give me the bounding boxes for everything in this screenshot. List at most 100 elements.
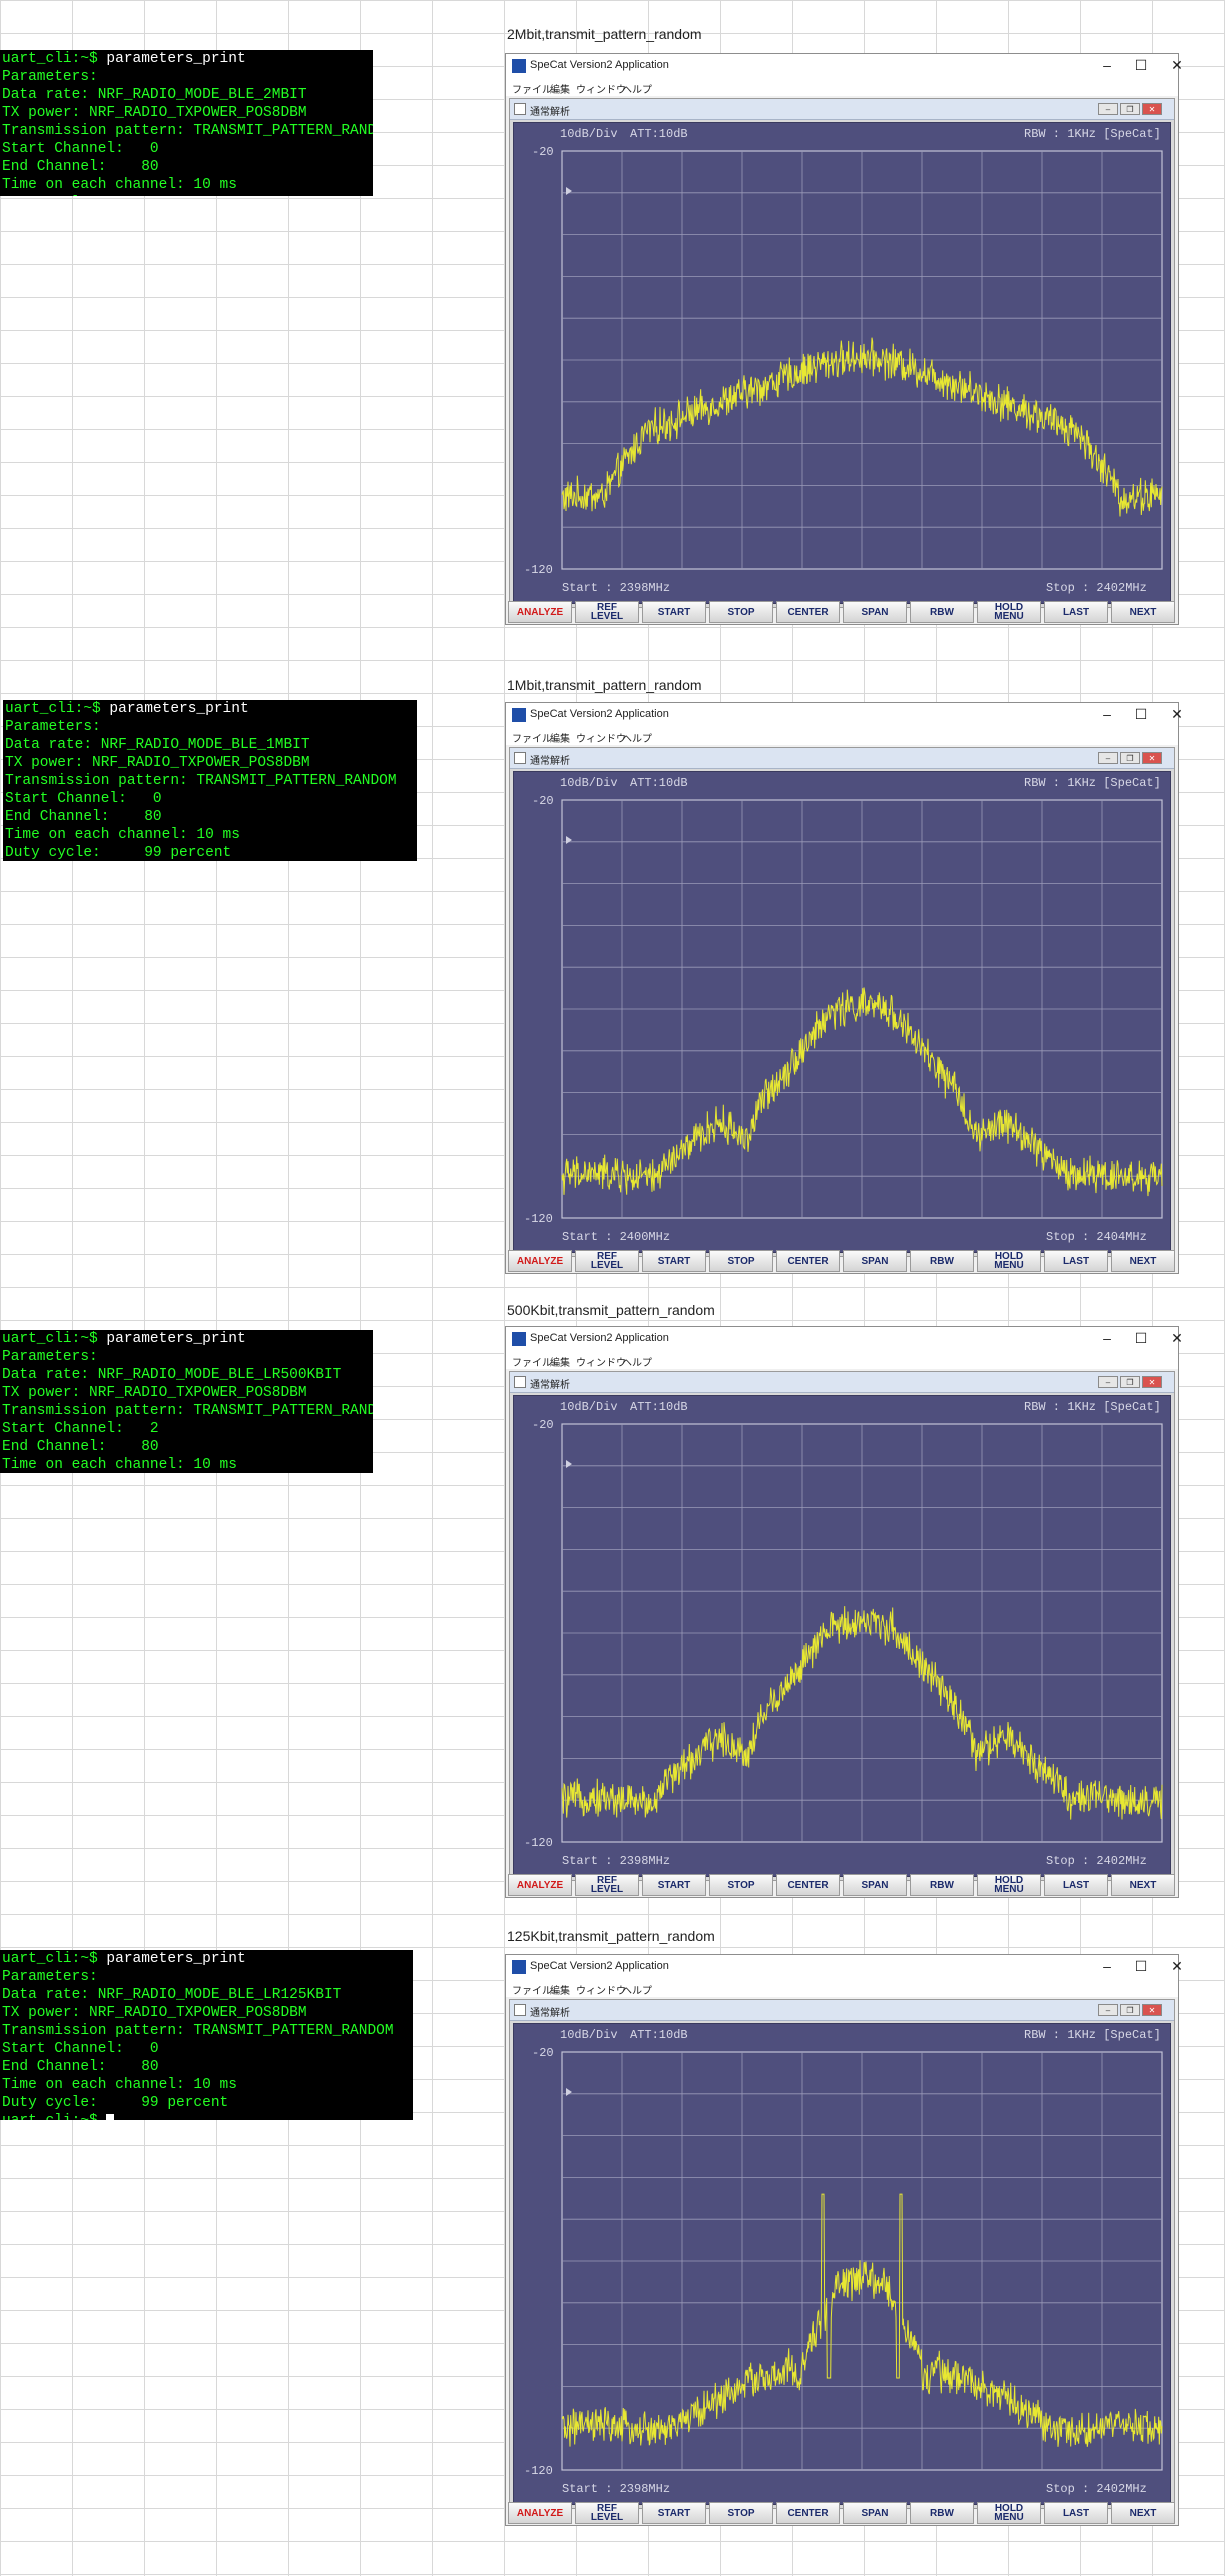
subwindow-close-button[interactable]: ✕: [1142, 2004, 1162, 2016]
subwindow-minimize-button[interactable]: –: [1098, 752, 1118, 764]
subwindow-restore-button[interactable]: ❐: [1120, 1376, 1140, 1388]
softkey-rbw-button[interactable]: RBW: [910, 601, 974, 623]
softkey-start-button[interactable]: START: [642, 1874, 706, 1896]
softkey-ref-level-button[interactable]: REF LEVEL: [575, 2502, 639, 2524]
softkey-span-button[interactable]: SPAN: [843, 601, 907, 623]
softkey-next-button[interactable]: NEXT: [1111, 601, 1175, 623]
menu-item[interactable]: ヘルプ: [622, 1354, 652, 1369]
start-frequency-label: Start : 2398MHz: [562, 2482, 671, 2496]
subwindow-close-button[interactable]: ✕: [1142, 103, 1162, 115]
softkey-next-button[interactable]: NEXT: [1111, 1250, 1175, 1272]
softkey-analyze-button[interactable]: ANALYZE: [508, 2502, 572, 2524]
softkey-span-button[interactable]: SPAN: [843, 1874, 907, 1896]
menu-item[interactable]: ウィンドウ: [576, 730, 626, 745]
subwindow-titlebar[interactable]: 通常解析 – ❐ ✕: [510, 2000, 1174, 2021]
softkey-center-button[interactable]: CENTER: [776, 1874, 840, 1896]
menu-item[interactable]: ヘルプ: [622, 81, 652, 96]
window-titlebar[interactable]: SpeCat Version2 Application – ☐ ✕: [506, 1327, 1183, 1351]
menu-item[interactable]: ヘルプ: [622, 1982, 652, 1997]
attenuation-label: ATT:10dB: [630, 776, 688, 790]
softkey-span-button[interactable]: SPAN: [843, 2502, 907, 2524]
menu-bar: ファイル 編集 ウィンドウ ヘルプ: [506, 78, 1178, 96]
maximize-button[interactable]: ☐: [1124, 56, 1158, 74]
menu-item[interactable]: ヘルプ: [622, 730, 652, 745]
softkey-last-button[interactable]: LAST: [1044, 1250, 1108, 1272]
softkey-center-button[interactable]: CENTER: [776, 1250, 840, 1272]
close-button[interactable]: ✕: [1160, 56, 1194, 74]
menu-item[interactable]: 編集: [550, 1982, 570, 1997]
softkey-start-button[interactable]: START: [642, 2502, 706, 2524]
softkey-rbw-button[interactable]: RBW: [910, 1874, 974, 1896]
menu-item[interactable]: ファイル: [512, 1354, 552, 1369]
maximize-button[interactable]: ☐: [1124, 1329, 1158, 1347]
menu-item[interactable]: ウィンドウ: [576, 1982, 626, 1997]
menu-item[interactable]: ファイル: [512, 730, 552, 745]
maximize-button[interactable]: ☐: [1124, 705, 1158, 723]
subwindow-minimize-button[interactable]: –: [1098, 1376, 1118, 1388]
softkey-analyze-button[interactable]: ANALYZE: [508, 1250, 572, 1272]
rbw-label: RBW : 1KHz [SpeCat]: [1024, 127, 1161, 141]
softkey-ref-level-button[interactable]: REF LEVEL: [575, 1250, 639, 1272]
softkey-next-button[interactable]: NEXT: [1111, 2502, 1175, 2524]
softkey-ref-level-button[interactable]: REF LEVEL: [575, 601, 639, 623]
subwindow-minimize-button[interactable]: –: [1098, 2004, 1118, 2016]
close-button[interactable]: ✕: [1160, 1329, 1194, 1347]
softkey-stop-button[interactable]: STOP: [709, 2502, 773, 2524]
softkey-last-button[interactable]: LAST: [1044, 1874, 1108, 1896]
softkey-last-button[interactable]: LAST: [1044, 601, 1108, 623]
subwindow-titlebar[interactable]: 通常解析 – ❐ ✕: [510, 1372, 1174, 1393]
softkey-rbw-button[interactable]: RBW: [910, 1250, 974, 1272]
softkey-center-button[interactable]: CENTER: [776, 2502, 840, 2524]
subwindow-restore-button[interactable]: ❐: [1120, 2004, 1140, 2016]
maximize-button[interactable]: ☐: [1124, 1957, 1158, 1975]
window-titlebar[interactable]: SpeCat Version2 Application – ☐ ✕: [506, 703, 1183, 727]
subwindow-restore-button[interactable]: ❐: [1120, 752, 1140, 764]
terminal-line: Data rate: NRF_RADIO_MODE_BLE_LR500KBIT: [2, 1366, 371, 1384]
subwindow-minimize-button[interactable]: –: [1098, 103, 1118, 115]
subwindow-titlebar[interactable]: 通常解析 – ❐ ✕: [510, 99, 1174, 120]
terminal-line: Transmission pattern: TRANSMIT_PATTERN_R…: [2, 1402, 373, 1420]
softkey-hold-menu-button[interactable]: HOLD MENU: [977, 1250, 1041, 1272]
close-button[interactable]: ✕: [1160, 1957, 1194, 1975]
softkey-next-button[interactable]: NEXT: [1111, 1874, 1175, 1896]
subwindow-restore-button[interactable]: ❐: [1120, 103, 1140, 115]
softkey-analyze-button[interactable]: ANALYZE: [508, 1874, 572, 1896]
terminal-line: TX power: NRF_RADIO_TXPOWER_POS8DBM: [5, 754, 415, 772]
softkey-stop-button[interactable]: STOP: [709, 601, 773, 623]
softkey-rbw-button[interactable]: RBW: [910, 2502, 974, 2524]
terminal-line-text: uart_cli:~$: [2, 2113, 106, 2120]
subwindow-titlebar[interactable]: 通常解析 – ❐ ✕: [510, 748, 1174, 769]
softkey-analyze-button[interactable]: ANALYZE: [508, 601, 572, 623]
menu-item[interactable]: 編集: [550, 1354, 570, 1369]
subwindow-close-button[interactable]: ✕: [1142, 752, 1162, 764]
softkey-hold-menu-button[interactable]: HOLD MENU: [977, 1874, 1041, 1896]
minimize-button[interactable]: –: [1090, 56, 1124, 74]
subwindow-close-button[interactable]: ✕: [1142, 1376, 1162, 1388]
menu-item[interactable]: 編集: [550, 730, 570, 745]
menu-item[interactable]: ウィンドウ: [576, 1354, 626, 1369]
minimize-button[interactable]: –: [1090, 1957, 1124, 1975]
softkey-hold-menu-button[interactable]: HOLD MENU: [977, 2502, 1041, 2524]
softkey-start-button[interactable]: START: [642, 601, 706, 623]
terminal-line-text: Data rate: NRF_RADIO_MODE_BLE_1MBIT: [5, 737, 310, 753]
terminal-line: Data rate: NRF_RADIO_MODE_BLE_2MBIT: [2, 86, 371, 104]
menu-item[interactable]: ファイル: [512, 81, 552, 96]
menu-item[interactable]: 編集: [550, 81, 570, 96]
terminal-command-line: uart_cli:~$ parameters_print: [2, 1950, 411, 1968]
terminal-line-text: Data rate: NRF_RADIO_MODE_BLE_LR500KBIT: [2, 1367, 342, 1383]
softkey-center-button[interactable]: CENTER: [776, 601, 840, 623]
menu-item[interactable]: ウィンドウ: [576, 81, 626, 96]
softkey-span-button[interactable]: SPAN: [843, 1250, 907, 1272]
softkey-stop-button[interactable]: STOP: [709, 1250, 773, 1272]
softkey-last-button[interactable]: LAST: [1044, 2502, 1108, 2524]
window-titlebar[interactable]: SpeCat Version2 Application – ☐ ✕: [506, 54, 1183, 78]
minimize-button[interactable]: –: [1090, 1329, 1124, 1347]
softkey-hold-menu-button[interactable]: HOLD MENU: [977, 601, 1041, 623]
softkey-ref-level-button[interactable]: REF LEVEL: [575, 1874, 639, 1896]
close-button[interactable]: ✕: [1160, 705, 1194, 723]
minimize-button[interactable]: –: [1090, 705, 1124, 723]
softkey-stop-button[interactable]: STOP: [709, 1874, 773, 1896]
softkey-start-button[interactable]: START: [642, 1250, 706, 1272]
menu-item[interactable]: ファイル: [512, 1982, 552, 1997]
window-titlebar[interactable]: SpeCat Version2 Application – ☐ ✕: [506, 1955, 1183, 1979]
